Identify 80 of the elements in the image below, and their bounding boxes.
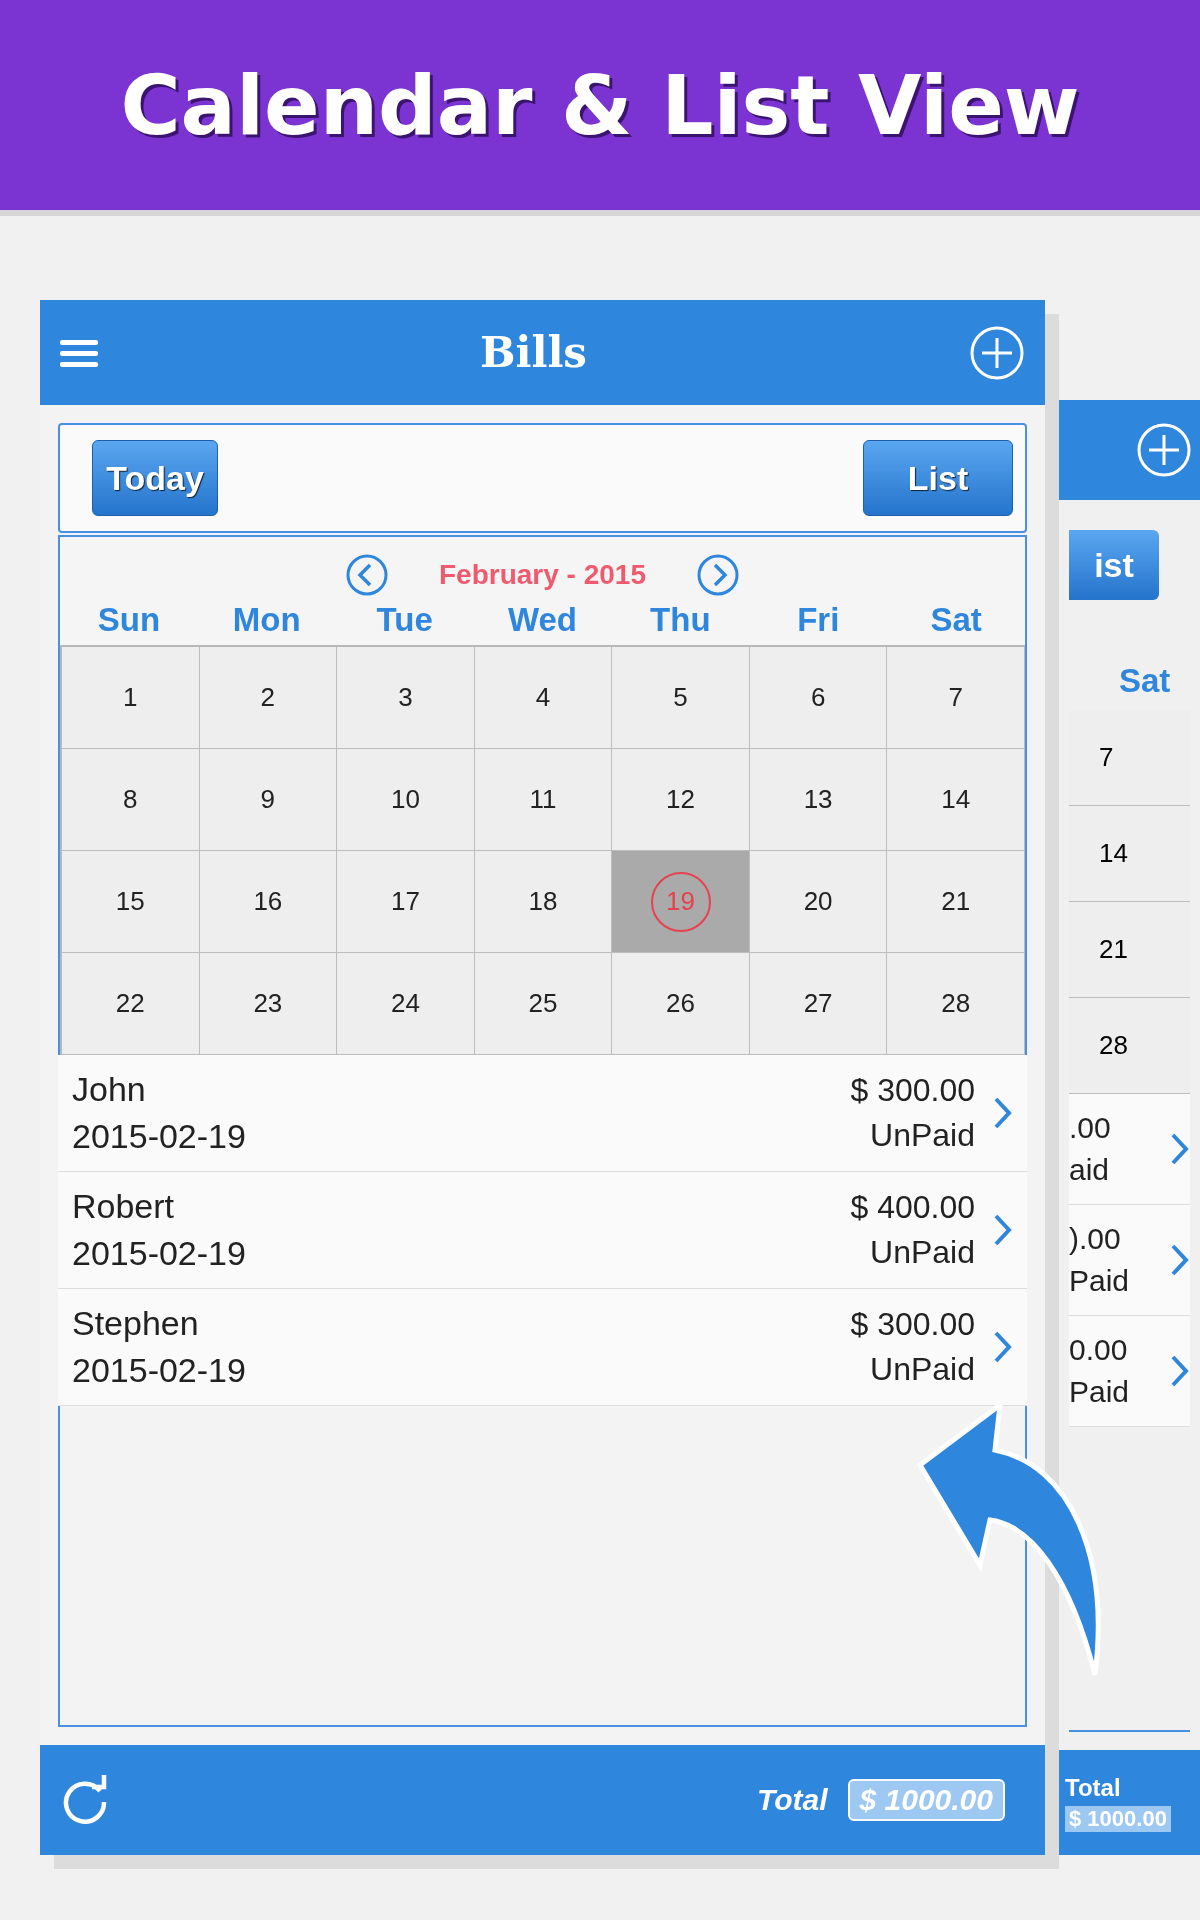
day-cell[interactable]: 6 — [749, 647, 888, 749]
bill-row[interactable]: John 2015-02-19 $ 300.00 UnPaid — [58, 1055, 1027, 1172]
day-cell[interactable]: 14 — [887, 749, 1025, 851]
bill-date: 2015-02-19 — [72, 1117, 247, 1156]
day-cell[interactable]: 7 — [887, 647, 1025, 749]
bill-status: aid — [1069, 1153, 1111, 1187]
day-cell[interactable]: 8 — [62, 749, 200, 851]
day-cell[interactable]: 12 — [612, 749, 750, 851]
total-amount: $ 1000.00 — [1065, 1805, 1171, 1832]
bill-name: Robert — [72, 1187, 176, 1226]
day-cell[interactable]: 22 — [62, 953, 200, 1055]
day-cell[interactable]: 21 — [887, 851, 1025, 953]
bill-row[interactable]: ).00 Paid — [1069, 1205, 1190, 1316]
day-cell[interactable]: 27 — [749, 953, 888, 1055]
day-cell[interactable]: 20 — [749, 851, 888, 953]
day-cell[interactable]: 9 — [199, 749, 338, 851]
day-cell[interactable]: 4 — [474, 647, 613, 749]
bill-status: UnPaid — [870, 1351, 975, 1388]
banner-title: Calendar & List View — [120, 57, 1080, 153]
day-cell[interactable]: 1 — [62, 647, 200, 749]
day-cell[interactable]: 13 — [749, 749, 888, 851]
day-cell[interactable]: 2 — [199, 647, 338, 749]
bill-row[interactable]: Stephen 2015-02-19 $ 300.00 UnPaid — [58, 1289, 1027, 1406]
day-cell[interactable]: 23 — [199, 953, 338, 1055]
bill-amount: $ 300.00 — [850, 1306, 975, 1343]
day-cell[interactable]: 17 — [337, 851, 475, 953]
day-cell[interactable]: 25 — [474, 953, 613, 1055]
bill-status: UnPaid — [870, 1117, 975, 1154]
chevron-icon — [1170, 1243, 1190, 1277]
bill-status: Paid — [1069, 1264, 1130, 1298]
day-cell[interactable]: 5 — [612, 647, 750, 749]
total-label: Total — [1065, 1773, 1121, 1802]
chevron-icon — [993, 1330, 1013, 1364]
day-cell[interactable]: 24 — [337, 953, 475, 1055]
bill-name: Stephen — [72, 1304, 200, 1343]
weekday-label: Sat — [1119, 662, 1171, 700]
bill-amount: $ 400.00 — [850, 1189, 975, 1226]
bill-status: UnPaid — [870, 1234, 975, 1271]
previous-month-icon[interactable] — [345, 553, 389, 597]
day-cell[interactable]: 10 — [337, 749, 475, 851]
bill-row[interactable]: Robert 2015-02-19 $ 400.00 UnPaid — [58, 1172, 1027, 1289]
chevron-icon — [993, 1096, 1013, 1130]
weekday-label: Fri — [796, 601, 841, 639]
day-cell[interactable]: 3 — [337, 647, 475, 749]
weekday-label: Tue — [375, 601, 434, 639]
add-icon[interactable] — [969, 324, 1025, 381]
weekday-label: Thu — [649, 601, 712, 639]
bill-date: 2015-02-19 — [72, 1234, 247, 1273]
day-cell[interactable]: 16 — [199, 851, 338, 953]
list-button[interactable]: ist — [1069, 530, 1159, 600]
bill-amount: $ 300.00 — [850, 1072, 975, 1109]
bill-row[interactable]: .00 aid — [1069, 1094, 1190, 1205]
bill-amount: .00 — [1069, 1111, 1111, 1145]
day-cell[interactable]: 15 — [62, 851, 200, 953]
weekday-label: Wed — [506, 601, 578, 639]
total-amount: $ 1000.00 — [847, 1779, 1005, 1821]
bill-status: Paid — [1069, 1375, 1130, 1409]
chevron-icon — [1170, 1132, 1190, 1166]
weekday-label: Sun — [96, 601, 162, 639]
day-cell[interactable]: 11 — [474, 749, 613, 851]
chevron-icon — [1170, 1354, 1190, 1388]
bill-amount: ).00 — [1069, 1222, 1122, 1256]
next-month-icon[interactable] — [696, 553, 740, 597]
bill-amount: 0.00 — [1069, 1333, 1129, 1367]
total-label: Total — [757, 1783, 828, 1817]
bill-date: 2015-02-19 — [72, 1351, 247, 1390]
weekday-label: Mon — [231, 601, 302, 639]
chevron-icon — [993, 1213, 1013, 1247]
list-button[interactable]: List — [863, 440, 1013, 516]
day-cell[interactable]: 18 — [474, 851, 613, 953]
app-title: Bills — [480, 328, 587, 377]
month-label: February - 2015 — [439, 559, 646, 591]
day-cell[interactable]: 26 — [612, 953, 750, 1055]
add-icon[interactable] — [1136, 422, 1192, 478]
weekday-label: Sat — [929, 601, 983, 639]
day-cell[interactable]: 28 — [887, 953, 1025, 1055]
bill-row[interactable]: 0.00 Paid — [1069, 1316, 1190, 1427]
today-button[interactable]: Today — [92, 440, 218, 516]
menu-icon[interactable] — [60, 337, 98, 368]
bill-name: John — [72, 1070, 147, 1109]
